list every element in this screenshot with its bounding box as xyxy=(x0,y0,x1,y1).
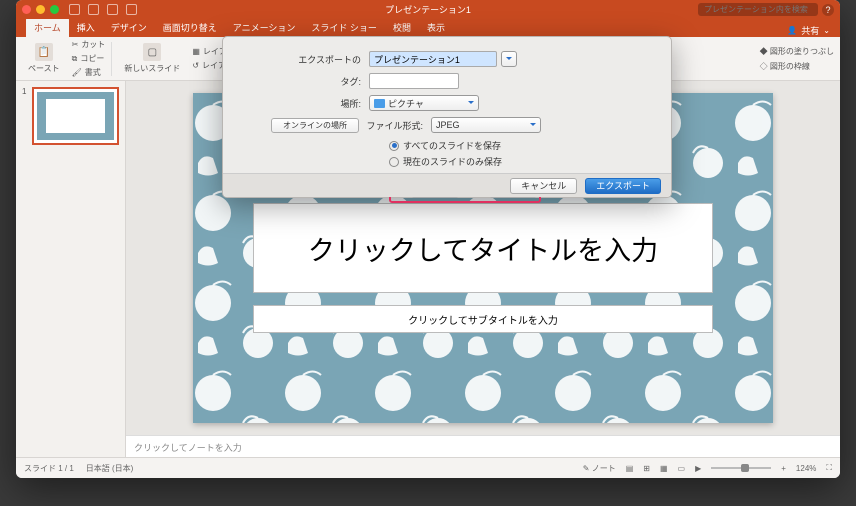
shape-outline-button[interactable]: ◇ 図形の枠線 xyxy=(760,61,834,72)
folder-icon xyxy=(374,99,385,108)
slide-thumbnails: 1 xyxy=(16,81,126,457)
qat-undo-icon[interactable] xyxy=(88,4,99,15)
notes-pane[interactable]: クリックしてノートを入力 xyxy=(126,435,840,457)
save-all-radio[interactable]: すべてのスライドを保存 xyxy=(389,139,501,152)
tab-slideshow[interactable]: スライド ショー xyxy=(303,18,385,37)
paste-icon: 📋 xyxy=(35,43,53,61)
cancel-button[interactable]: キャンセル xyxy=(510,178,577,194)
paste-button[interactable]: 📋ペースト xyxy=(22,41,66,76)
qat-save-icon[interactable] xyxy=(69,4,80,15)
titlebar: プレゼンテーション1 ? xyxy=(16,0,840,19)
slide-thumbnail-1[interactable] xyxy=(32,87,119,145)
export-dialog: エクスポートの タグ: 場所: ピクチャ オンラインの場所 ファイル形式: JP… xyxy=(222,36,672,198)
tab-review[interactable]: 校閲 xyxy=(385,18,419,37)
tags-label: タグ: xyxy=(241,75,369,88)
quick-access-toolbar xyxy=(69,4,137,15)
qat-redo-icon[interactable] xyxy=(107,4,118,15)
view-slideshow-icon[interactable]: ▶ xyxy=(695,464,701,473)
app-window: プレゼンテーション1 ? ホーム 挿入 デザイン 画面切り替え アニメーション … xyxy=(16,0,840,478)
tab-home[interactable]: ホーム xyxy=(26,18,69,37)
status-bar: スライド 1 / 1 日本語 (日本) ✎ ノート ▤ ⊞ ▦ ▭ ▶ + 12… xyxy=(16,457,840,478)
filename-history-dropdown[interactable] xyxy=(501,51,517,67)
search-input[interactable] xyxy=(698,3,818,16)
subtitle-placeholder[interactable]: クリックしてサブタイトルを入力 xyxy=(253,305,713,333)
help-icon[interactable]: ? xyxy=(822,4,834,16)
qat-print-icon[interactable] xyxy=(126,4,137,15)
format-painter-button[interactable]: 🖌 書式 xyxy=(72,67,106,78)
fullscreen-window-icon[interactable] xyxy=(50,5,59,14)
tab-view[interactable]: 表示 xyxy=(419,18,453,37)
file-format-select[interactable]: JPEG xyxy=(431,117,541,133)
fit-window-icon[interactable]: ⛶ xyxy=(826,463,832,473)
cut-button[interactable]: ✂ カット xyxy=(72,39,106,50)
shape-fill-button[interactable]: ◆ 図形の塗りつぶし xyxy=(760,46,834,57)
new-slide-icon: ▢ xyxy=(143,43,161,61)
slide-number: 1 xyxy=(22,87,26,96)
export-button[interactable]: エクスポート xyxy=(585,178,661,194)
language-indicator[interactable]: 日本語 (日本) xyxy=(86,463,134,474)
copy-button[interactable]: ⧉ コピー xyxy=(72,53,106,64)
notes-toggle[interactable]: ✎ ノート xyxy=(583,463,616,474)
filename-input[interactable] xyxy=(369,51,497,67)
radio-on-icon xyxy=(389,141,399,151)
slide-indicator: スライド 1 / 1 xyxy=(24,463,74,474)
share-button[interactable]: 共有 ⌄ xyxy=(787,24,830,37)
minimize-window-icon[interactable] xyxy=(36,5,45,14)
tab-transitions[interactable]: 画面切り替え xyxy=(155,18,225,37)
zoom-level[interactable]: 124% xyxy=(796,464,816,473)
new-slide-button[interactable]: ▢新しいスライド xyxy=(118,41,186,76)
chevron-down-icon: ⌄ xyxy=(823,26,830,35)
view-reading-icon[interactable]: ▭ xyxy=(678,464,686,473)
save-current-radio[interactable]: 現在のスライドのみ保存 xyxy=(389,155,502,168)
comments-icon[interactable]: ▤ xyxy=(626,464,634,473)
online-locations-button[interactable]: オンラインの場所 xyxy=(271,118,359,133)
close-window-icon[interactable] xyxy=(22,5,31,14)
view-normal-icon[interactable]: ⊞ xyxy=(643,464,650,473)
tab-design[interactable]: デザイン xyxy=(103,18,155,37)
tab-insert[interactable]: 挿入 xyxy=(69,18,103,37)
tab-animations[interactable]: アニメーション xyxy=(225,18,304,37)
zoom-slider[interactable] xyxy=(711,467,771,469)
location-label: 場所: xyxy=(241,97,369,110)
ribbon-tabs: ホーム 挿入 デザイン 画面切り替え アニメーション スライド ショー 校閲 表… xyxy=(16,19,840,37)
view-sorter-icon[interactable]: ▦ xyxy=(660,464,668,473)
tags-input[interactable] xyxy=(369,73,459,89)
radio-off-icon xyxy=(389,157,399,167)
zoom-plus-icon[interactable]: + xyxy=(781,464,786,473)
format-label: ファイル形式: xyxy=(359,119,431,132)
location-select[interactable]: ピクチャ xyxy=(369,95,479,111)
export-as-label: エクスポートの xyxy=(241,53,369,66)
